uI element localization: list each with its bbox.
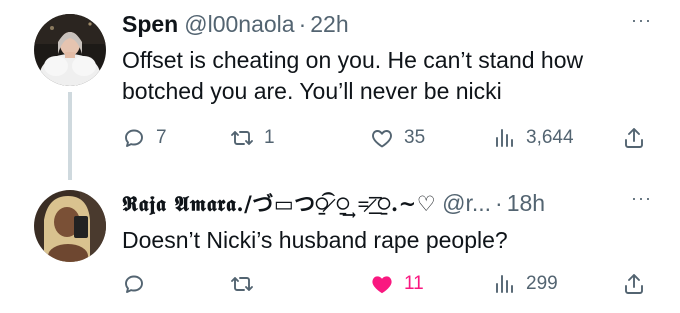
tweet-header: Spen @l00naola · 22h xyxy=(122,9,349,39)
separator: · xyxy=(298,11,307,37)
tweet-text: Offset is cheating on you. He can’t stan… xyxy=(122,47,584,104)
handle[interactable]: @l00naola xyxy=(184,9,294,39)
more-icon[interactable]: ··· xyxy=(631,188,652,209)
views-icon xyxy=(496,129,513,147)
retweet-button[interactable]: 1 xyxy=(230,124,275,152)
tweet[interactable]: 𝕽𝖆𝖏𝖆 𝕬𝖒𝖆𝖗𝖆./づ▭つ⍜͡ ̷⍜͢ =͟͟͞͞ ̷⍜.~♡ @r... … xyxy=(0,168,680,313)
tweet-header: 𝕽𝖆𝖏𝖆 𝕬𝖒𝖆𝖗𝖆./づ▭つ⍜͡ ̷⍜͢ =͟͟͞͞ ̷⍜.~♡ @r... … xyxy=(122,188,545,219)
retweet-count: 1 xyxy=(264,127,275,148)
like-filled-icon xyxy=(372,276,392,294)
action-bar: 7 1 35 3,644 xyxy=(122,124,652,152)
like-count: 11 xyxy=(404,273,424,294)
tweet-text: Doesn’t Nicki’s husband rape people? xyxy=(122,227,508,253)
share-button[interactable] xyxy=(622,270,646,298)
views-count: 299 xyxy=(526,273,558,294)
display-name[interactable]: Spen xyxy=(122,9,178,39)
reply-icon xyxy=(125,129,143,147)
views-button[interactable]: 3,644 xyxy=(492,124,574,152)
reply-button[interactable]: 7 xyxy=(122,124,167,152)
tweet[interactable]: Spen @l00naola · 22h ··· Offset is cheat… xyxy=(0,0,680,180)
reply-count: 7 xyxy=(156,127,167,148)
share-icon xyxy=(625,274,643,294)
views-icon xyxy=(496,275,513,293)
like-count: 35 xyxy=(404,127,426,148)
views-count: 3,644 xyxy=(526,127,574,148)
like-icon xyxy=(372,130,392,148)
reply-button[interactable] xyxy=(122,270,156,298)
more-icon[interactable]: ··· xyxy=(631,10,652,31)
retweet-icon xyxy=(231,131,253,145)
avatar[interactable] xyxy=(34,14,106,86)
like-button[interactable]: 11 xyxy=(370,270,424,298)
timestamp[interactable]: 18h xyxy=(507,188,545,218)
display-name[interactable]: 𝕽𝖆𝖏𝖆 𝕬𝖒𝖆𝖗𝖆./づ▭つ⍜͡ ̷⍜͢ =͟͟͞͞ ̷⍜.~♡ xyxy=(122,189,436,219)
share-button[interactable] xyxy=(622,124,646,152)
reply-icon xyxy=(125,275,143,293)
thread-connector xyxy=(68,92,72,180)
separator: · xyxy=(495,190,503,216)
handle[interactable]: @r... xyxy=(442,188,491,218)
retweet-icon xyxy=(231,277,253,291)
share-icon xyxy=(625,128,643,148)
action-bar: 11 299 xyxy=(122,270,652,298)
views-button[interactable]: 299 xyxy=(492,270,558,298)
avatar[interactable] xyxy=(34,190,106,262)
like-button[interactable]: 35 xyxy=(370,124,425,152)
retweet-button[interactable] xyxy=(230,270,264,298)
timestamp[interactable]: 22h xyxy=(310,9,348,39)
